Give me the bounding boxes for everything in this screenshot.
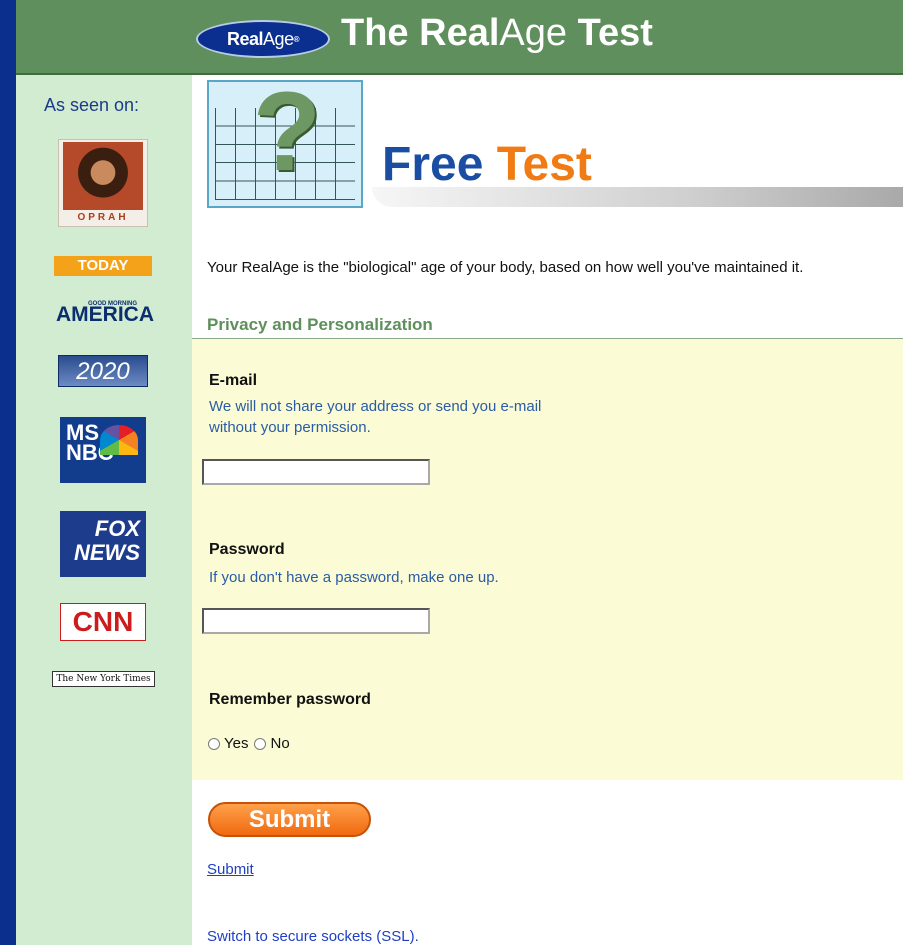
test-text: Test — [496, 138, 592, 191]
logo-text-age: Age — [263, 28, 294, 49]
page-title: The RealAge Test — [341, 12, 653, 55]
free-test-heading: Free Test — [382, 137, 592, 192]
today-show-logo: TODAY — [54, 256, 152, 276]
remember-yes-label: Yes — [224, 735, 249, 752]
msnbc-logo: MS NBC — [60, 417, 146, 483]
calendar-question-icon: ? — [207, 76, 363, 208]
submit-link[interactable]: Submit — [207, 861, 254, 878]
password-field[interactable] — [202, 608, 430, 634]
logo-text-real: Real — [227, 28, 264, 49]
good-morning-america-logo: GOOD MORNING AMERICA — [56, 300, 154, 328]
password-label: Password — [209, 541, 285, 558]
header-banner: Real Age ® The RealAge Test — [16, 0, 903, 75]
as-seen-on-sidebar: As seen on: OPRAH TODAY GOOD MORNING AME… — [16, 75, 192, 945]
oprah-logo: OPRAH — [58, 139, 148, 227]
title-age: Age — [499, 12, 568, 54]
submit-button[interactable]: Submit — [208, 802, 371, 837]
free-text: Free — [382, 138, 497, 191]
twenty-twenty-logo: 2020 — [58, 355, 148, 387]
remember-password-options: Yes No — [208, 735, 290, 752]
cnn-logo: CNN — [60, 603, 146, 641]
remember-yes-radio[interactable] — [208, 737, 220, 750]
intro-text: Your RealAge is the "biological" age of … — [207, 259, 804, 276]
logo-registered-mark: ® — [293, 34, 300, 44]
title-real: Real — [419, 12, 500, 54]
login-form: E-mail We will not share your address or… — [192, 339, 903, 780]
as-seen-on-heading: As seen on: — [44, 95, 140, 115]
title-the: The — [341, 12, 420, 54]
privacy-section-title: Privacy and Personalization — [207, 315, 433, 334]
oprah-name: OPRAH — [77, 212, 129, 223]
gma-small-text: GOOD MORNING — [88, 301, 137, 307]
email-field[interactable] — [202, 459, 430, 485]
email-label: E-mail — [209, 372, 258, 389]
question-mark-icon: ? — [252, 69, 322, 194]
remember-no-radio[interactable] — [254, 737, 267, 750]
realage-logo[interactable]: Real Age ® — [196, 20, 330, 58]
new-york-times-logo: The New York Times — [52, 671, 155, 687]
main-content: ? Free Test Your RealAge is the "biologi… — [192, 75, 903, 945]
remember-password-label: Remember password — [209, 691, 371, 708]
remember-no-label: No — [270, 735, 290, 752]
email-hint: We will not share your address or send y… — [209, 398, 542, 436]
nbc-peacock-icon — [100, 425, 138, 455]
oprah-photo — [63, 142, 143, 210]
password-hint: If you don't have a password, make one u… — [209, 569, 499, 586]
ssl-link[interactable]: Switch to secure sockets (SSL). — [207, 928, 419, 945]
title-test: Test — [567, 12, 653, 54]
fox-news-logo: FOX NEWS — [60, 511, 146, 577]
page-frame: Real Age ® The RealAge Test As seen on: OP… — [16, 0, 903, 945]
